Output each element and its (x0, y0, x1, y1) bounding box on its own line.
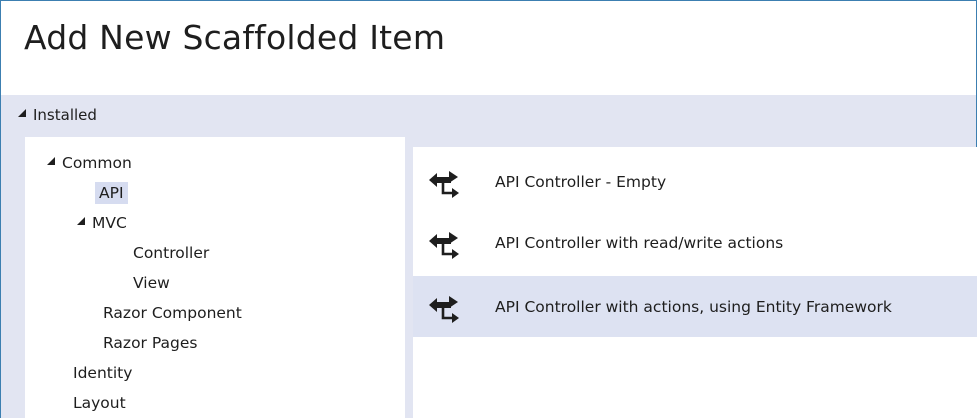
tree-item-layout[interactable]: Layout (73, 389, 126, 417)
tree-item-label: MVC (92, 214, 127, 232)
collapse-triangle-icon[interactable] (77, 217, 85, 225)
tree-item-label: API (95, 182, 128, 204)
api-controller-icon (427, 227, 463, 259)
tree-item-razor-pages[interactable]: Razor Pages (103, 329, 197, 357)
tree-item-mvc[interactable]: MVC (77, 209, 127, 237)
tree-item-common[interactable]: Common (47, 149, 132, 177)
tree-item-label: Layout (73, 394, 126, 412)
tree-item-label: Razor Pages (103, 334, 198, 352)
tree-item-api[interactable]: API (95, 179, 128, 207)
installed-label: Installed (33, 106, 97, 124)
collapse-triangle-icon[interactable] (47, 157, 55, 165)
tree-item-controller[interactable]: Controller (133, 239, 209, 267)
collapse-triangle-icon[interactable] (18, 109, 26, 117)
template-item-label: API Controller with actions, using Entit… (495, 297, 892, 316)
tree-item-label: View (133, 274, 170, 292)
category-tree: Common API MVC Controller View Razor Com… (25, 137, 405, 418)
tree-item-view[interactable]: View (133, 269, 170, 297)
tree-item-identity[interactable]: Identity (73, 359, 132, 387)
tree-item-label: Common (62, 154, 132, 172)
template-item-label: API Controller with read/write actions (495, 233, 784, 252)
installed-header-bar (1, 95, 976, 135)
api-controller-icon (427, 166, 463, 198)
dialog-title: Add New Scaffolded Item (24, 18, 446, 57)
template-item-api-controller-empty[interactable]: API Controller - Empty (413, 151, 977, 212)
template-list: API Controller - Empty API Controller wi… (413, 147, 977, 418)
installed-expander[interactable]: Installed (18, 104, 97, 126)
template-item-api-controller-entity-framework[interactable]: API Controller with actions, using Entit… (413, 276, 977, 337)
api-controller-icon (427, 291, 463, 323)
template-item-label: API Controller - Empty (495, 172, 667, 191)
tree-item-label: Razor Component (103, 304, 242, 322)
tree-item-label: Identity (73, 364, 133, 382)
template-item-api-controller-read-write[interactable]: API Controller with read/write actions (413, 212, 977, 273)
tree-item-razor-component[interactable]: Razor Component (103, 299, 242, 327)
tree-item-label: Controller (133, 244, 210, 262)
